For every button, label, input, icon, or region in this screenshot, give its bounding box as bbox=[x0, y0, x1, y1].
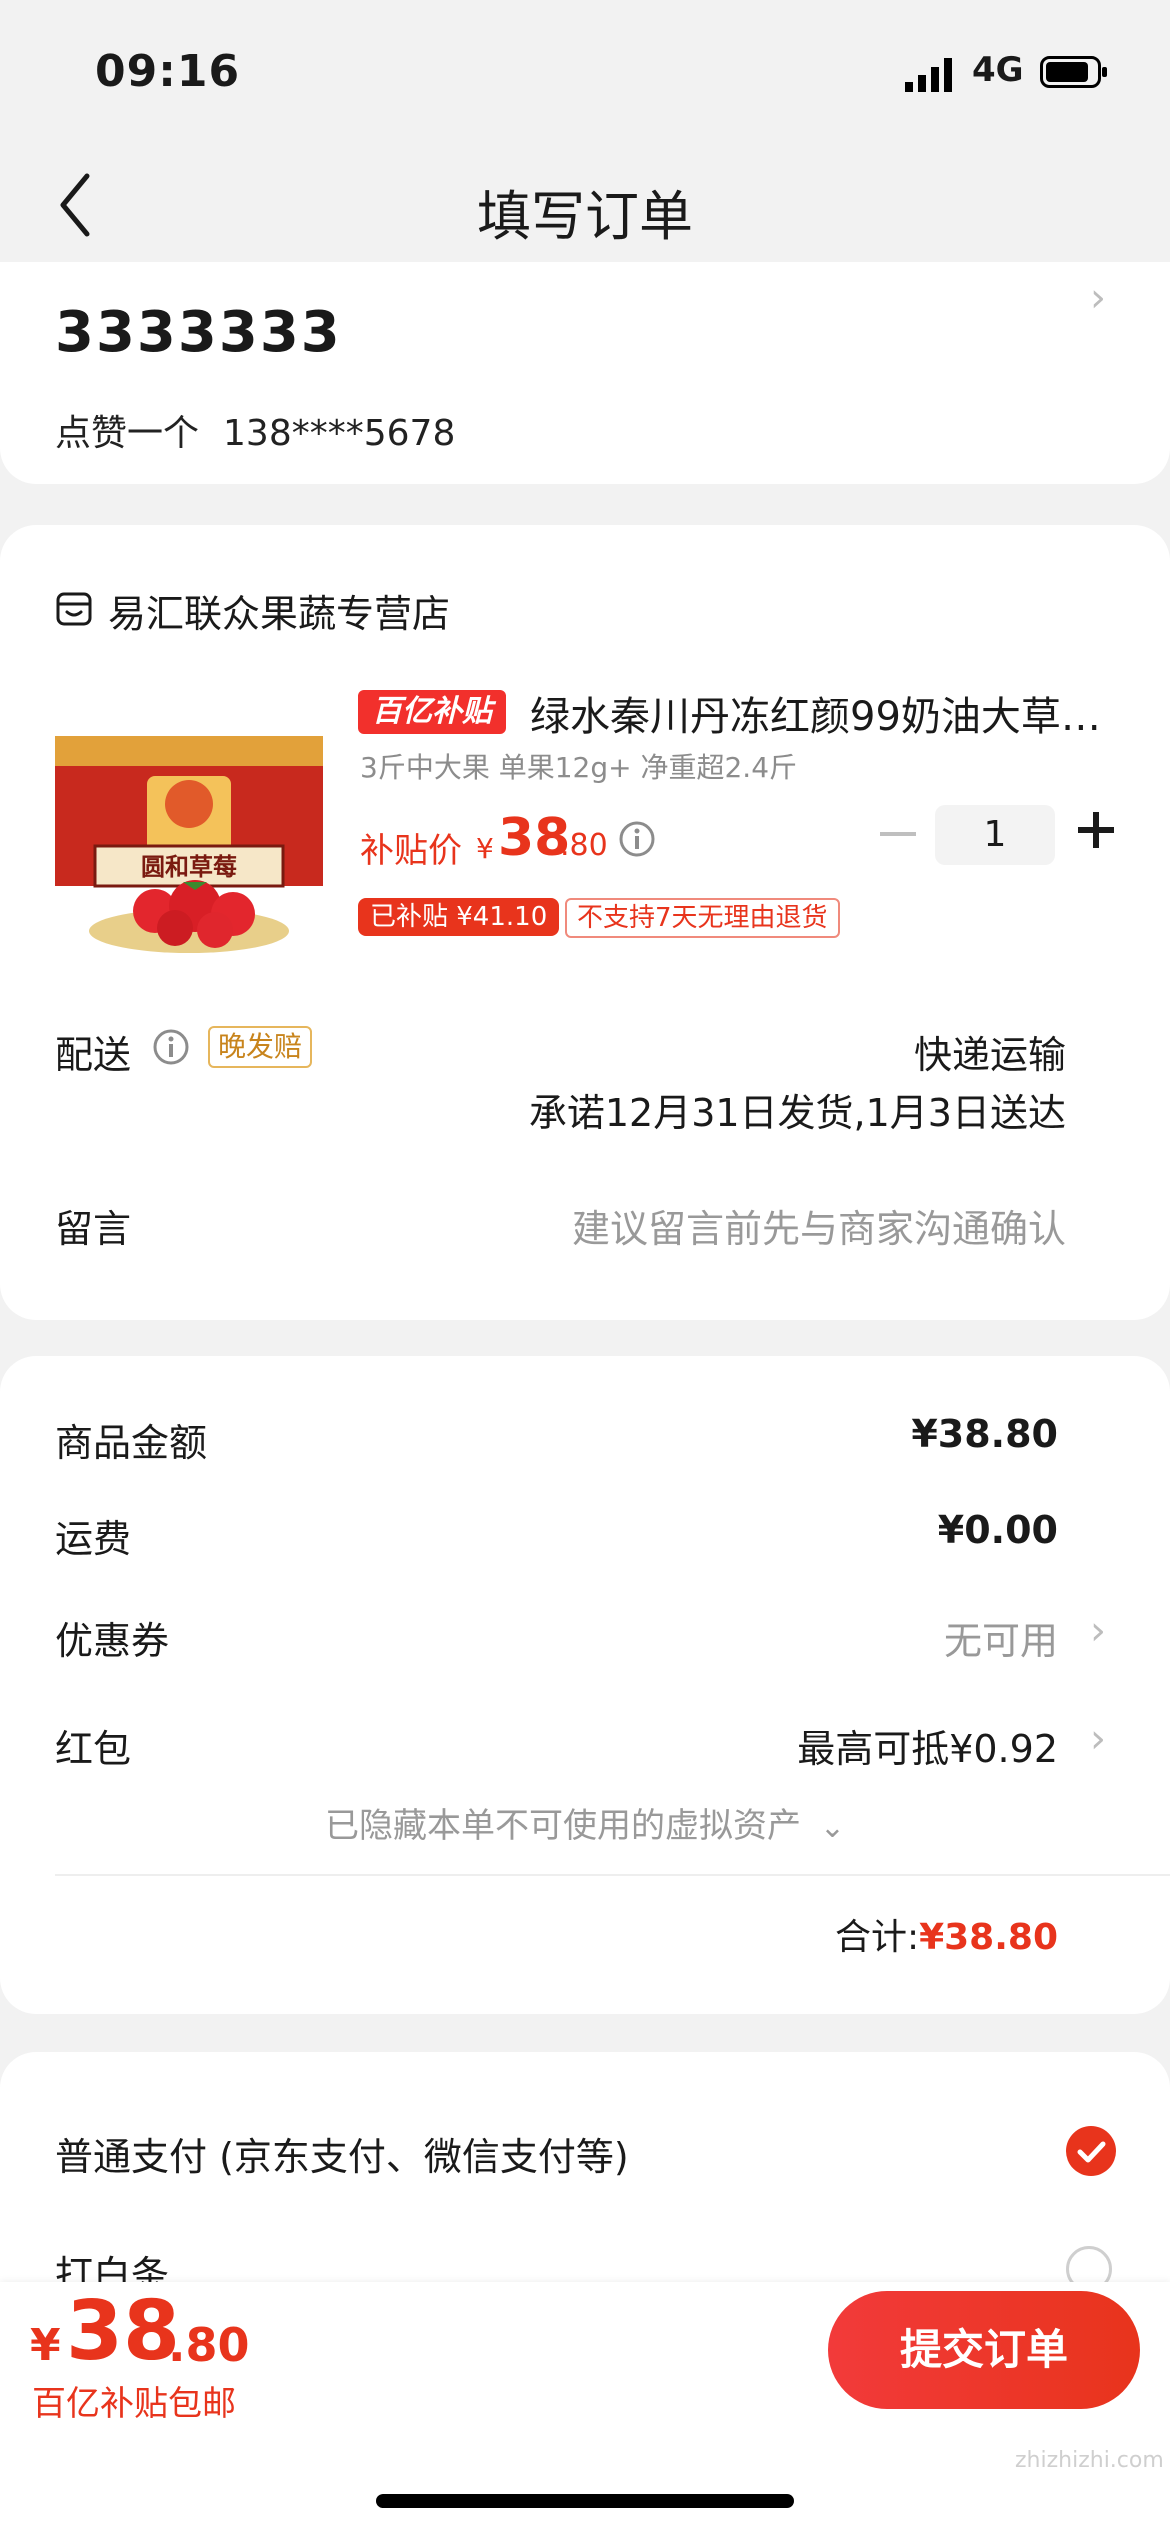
price-currency: ¥ bbox=[476, 832, 494, 865]
total-label: 合计: bbox=[834, 1917, 920, 1958]
goods-amount-value: ¥38.80 bbox=[911, 1412, 1058, 1456]
network-label: 4G bbox=[972, 50, 1024, 90]
watermark: zhizhizhi.com bbox=[1015, 2448, 1164, 2473]
store-icon bbox=[56, 592, 92, 626]
message-input[interactable]: 建议留言前先与商家沟通确认 bbox=[572, 1198, 1066, 1253]
receiver-phone: 138****5678 bbox=[223, 413, 456, 454]
late-compensation-badge: 晚发赔 bbox=[208, 1026, 313, 1068]
hidden-assets-text: 已隐藏本单不可使用的虚拟资产 bbox=[325, 1806, 802, 1846]
delivery-label: 配送 bbox=[55, 1033, 132, 1077]
payment-option-standard[interactable]: 普通支付 (京东支付、微信支付等) bbox=[55, 2126, 629, 2181]
strawberry-box-image: 圆和草莓 bbox=[55, 736, 323, 953]
qty-plus-button[interactable] bbox=[1078, 812, 1114, 848]
quantity-value[interactable]: 1 bbox=[935, 805, 1055, 865]
redpacket-value[interactable]: 最高可抵¥0.92 bbox=[797, 1718, 1058, 1773]
price-info-icon[interactable] bbox=[618, 820, 656, 858]
summary-divider bbox=[55, 1874, 1170, 1876]
status-time: 09:16 bbox=[95, 46, 241, 97]
address-chevron-icon[interactable]: › bbox=[1090, 275, 1106, 321]
page-title: 填写订单 bbox=[477, 185, 693, 248]
product-spec[interactable]: 3斤中大果 单果12g+ 净重超2.4斤 bbox=[360, 746, 797, 786]
shipping-value: ¥0.00 bbox=[937, 1508, 1058, 1552]
shipping-label: 运费 bbox=[55, 1517, 132, 1561]
message-label: 留言 bbox=[55, 1207, 132, 1251]
total-value: ¥38.80 bbox=[919, 1917, 1058, 1958]
coupon-label: 优惠券 bbox=[55, 1619, 170, 1663]
price-decimal: .80 bbox=[560, 828, 608, 863]
store-name[interactable]: 易汇联众果蔬专营店 bbox=[108, 583, 450, 638]
coupon-value[interactable]: 无可用 bbox=[944, 1610, 1058, 1665]
product-image-text: 圆和草莓 bbox=[141, 852, 237, 881]
bottom-price-decimal: .80 bbox=[168, 2318, 250, 2372]
redpacket-chevron-icon[interactable]: › bbox=[1090, 1716, 1106, 1762]
submit-order-button[interactable]: 提交订单 bbox=[828, 2291, 1140, 2409]
receiver-name: 点赞一个 bbox=[55, 413, 200, 454]
product-image[interactable]: 圆和草莓 bbox=[55, 706, 323, 956]
battery-icon bbox=[1040, 56, 1107, 88]
subsidy-badge: 百亿补贴 bbox=[358, 690, 506, 734]
total-row: 合计:¥38.80 bbox=[835, 1908, 1058, 1960]
payment-checked-icon[interactable] bbox=[1066, 2126, 1116, 2176]
redpacket-label: 红包 bbox=[55, 1727, 132, 1771]
delivery-info-icon[interactable] bbox=[152, 1028, 190, 1066]
bottom-price-integer: 38 bbox=[66, 2284, 181, 2379]
home-indicator[interactable] bbox=[376, 2494, 794, 2508]
address-name: 3333333 bbox=[55, 300, 342, 365]
chevron-down-icon: ⌄ bbox=[819, 1810, 845, 1845]
subsidized-tag: 已补贴 ¥41.10 bbox=[358, 898, 560, 936]
price-label: 补贴价 bbox=[360, 831, 462, 871]
signal-icon bbox=[905, 58, 952, 92]
no-return-tag: 不支持7天无理由退货 bbox=[565, 898, 840, 938]
hidden-assets-toggle[interactable]: 已隐藏本单不可使用的虚拟资产 ⌄ bbox=[0, 1798, 1170, 1847]
qty-minus-button[interactable] bbox=[880, 832, 916, 836]
delivery-promise: 承诺12月31日发货,1月3日送达 bbox=[528, 1091, 1066, 1135]
coupon-chevron-icon[interactable]: › bbox=[1090, 1608, 1106, 1654]
bottom-note: 百亿补贴包邮 bbox=[32, 2384, 236, 2424]
delivery-method[interactable]: 快递运输 bbox=[914, 1024, 1066, 1079]
bottom-currency: ¥ bbox=[30, 2320, 61, 2371]
goods-amount-label: 商品金额 bbox=[55, 1421, 208, 1465]
product-title[interactable]: 绿水秦川丹冻红颜99奶油大草… bbox=[530, 684, 1110, 742]
address-contact: 点赞一个 138****5678 bbox=[55, 404, 455, 456]
